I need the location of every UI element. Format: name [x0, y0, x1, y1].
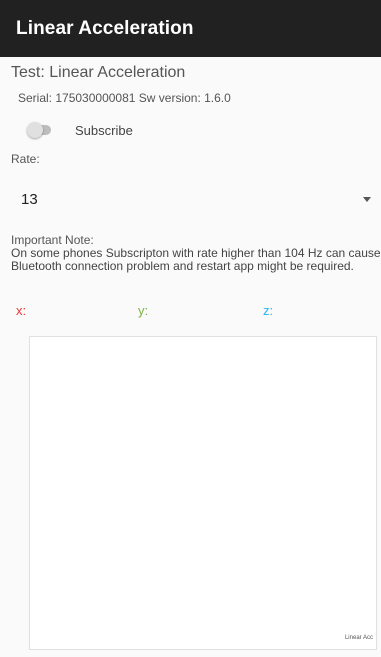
note-text: On some phones Subscripton with rate hig…	[11, 246, 381, 273]
chart-legend: Linear Acc	[344, 635, 373, 641]
rate-label: Rate:	[11, 152, 40, 166]
serial-info: Serial: 175030000081 Sw version: 1.6.0	[18, 91, 231, 105]
test-title: Test: Linear Acceleration	[11, 64, 186, 81]
toggle-thumb	[27, 122, 43, 138]
note-title: Important Note:	[11, 233, 94, 247]
axis-x-label: x:	[16, 303, 27, 318]
rate-selected-value: 13	[21, 191, 38, 208]
dropdown-arrow-icon	[363, 197, 371, 202]
subscribe-label: Subscribe	[75, 123, 133, 138]
acceleration-chart[interactable]: Linear Acc	[29, 336, 377, 650]
app-bar: Linear Acceleration	[0, 0, 381, 57]
axis-y-label: y:	[138, 303, 149, 318]
rate-dropdown[interactable]: 13	[11, 182, 373, 216]
app-bar-title: Linear Acceleration	[16, 17, 194, 39]
subscribe-toggle[interactable]	[27, 122, 53, 138]
axis-z-label: z:	[263, 303, 274, 318]
